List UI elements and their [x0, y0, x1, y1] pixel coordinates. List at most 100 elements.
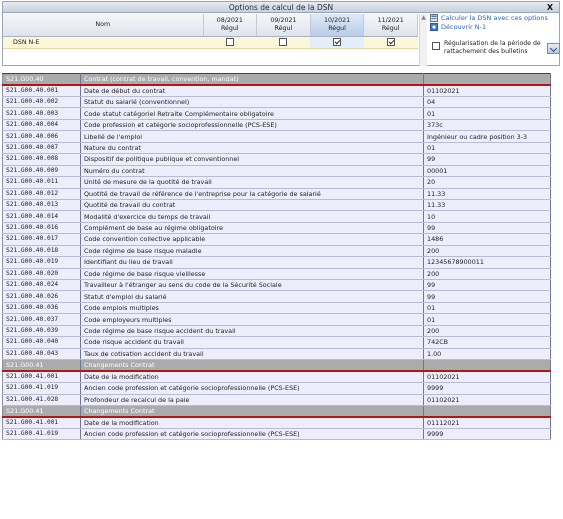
block-header-row[interactable]: S21.G00.40 Contrat (contrat de travail, c… [2, 73, 551, 86]
row-value: 11.33 [423, 188, 551, 200]
table-row[interactable]: S21.G00.40.006 Libellé de l'emploi Ingénie… [2, 130, 551, 143]
table-row[interactable]: S21.G00.40.026 Statut d'emploi du salarié… [2, 290, 551, 303]
row-code: S21.G00.40.014 [2, 210, 81, 223]
row-code: S21.G00.40.018 [2, 245, 81, 258]
table-row[interactable]: S21.G00.40.008 Dispositif de politique pu… [2, 153, 551, 166]
table-row[interactable]: S21.G00.40.014 Modalité d'exercice du tem… [2, 210, 551, 223]
row-code: S21.G00.40.020 [2, 268, 81, 281]
month-cell [203, 36, 257, 49]
row-label: Code emplois multiples [80, 302, 424, 315]
row-label: Ancien code profession et catégorie soci… [80, 382, 424, 395]
table-row[interactable]: S21.G00.40.017 Code convention collective… [2, 233, 551, 246]
month-regul-label: Régul [328, 24, 346, 32]
regul-period-label: Régularisation de la période de rattache… [444, 40, 541, 55]
table-row[interactable]: S21.G00.41.001 Date de la modification 011… [2, 416, 551, 429]
block-value-cell [423, 73, 551, 86]
table-row[interactable]: S21.G00.40.016 Complément de base au régi… [2, 222, 551, 235]
close-button[interactable]: X [547, 2, 553, 13]
block-title: Changements Contrat [80, 404, 424, 418]
name-column-header[interactable]: Nom [3, 14, 204, 37]
discover-n1-link[interactable]: Découvrir N-1 [430, 23, 560, 31]
expand-options-button[interactable] [547, 43, 560, 54]
table-row[interactable]: S21.G00.40.024 Travailleur à l'étranger a… [2, 279, 551, 292]
row-code: S21.G00.40.043 [2, 348, 81, 361]
table-row[interactable]: S21.G00.41.019 Ancien code profession et … [2, 428, 551, 441]
row-value: 99 [423, 290, 551, 303]
row-code: S21.G00.40.001 [2, 85, 81, 97]
table-row[interactable]: S21.G00.40.040 Code risque accident du tr… [2, 336, 551, 349]
row-label: Date de la modification [80, 416, 424, 429]
row-label: Taux de cotisation accident du travail [80, 348, 424, 361]
row-code: S21.G00.41.001 [2, 371, 81, 384]
table-row[interactable]: S21.G00.40.037 Code employeurs multiples 0… [2, 313, 551, 326]
regul-checkbox[interactable] [279, 38, 288, 46]
row-code: S21.G00.40.036 [2, 302, 81, 315]
month-column-header[interactable]: 09/2021 Régul [256, 14, 311, 37]
table-row[interactable]: S21.G00.40.003 Code statut catégoriel Ret… [2, 107, 551, 120]
row-label: Statut d'emploi du salarié [80, 290, 424, 303]
row-value: 20 [423, 176, 551, 189]
block-header-row[interactable]: S21.G00.41 Changements Contrat [2, 359, 551, 373]
table-row[interactable]: S21.G00.40.012 Quotité de travail de réfé… [2, 188, 551, 200]
row-label: Code régime de base risque accident du t… [80, 325, 424, 338]
table-row[interactable]: S21.G00.40.018 Code régime de base risque… [2, 245, 551, 258]
month-cell [310, 36, 364, 49]
table-row[interactable]: S21.G00.40.013 Quotité de travail du cont… [2, 199, 551, 212]
row-label: Quotité de travail du contrat [80, 199, 424, 212]
row-value: 01102021 [423, 85, 551, 97]
table-row[interactable]: S21.G00.40.019 Identifiant du lieu de tra… [2, 256, 551, 269]
row-value: 01 [423, 313, 551, 326]
options-side-panel: Calculer la DSN avec ces options Découvr… [430, 14, 560, 66]
month-column-header[interactable]: 08/2021 Régul [203, 14, 258, 37]
row-code: S21.G00.40.006 [2, 130, 81, 143]
block-title: Changements Contrat [80, 359, 424, 373]
table-row[interactable]: S21.G00.40.043 Taux de cotisation acciden… [2, 348, 551, 361]
table-row[interactable]: S21.G00.40.039 Code régime de base risque… [2, 325, 551, 338]
table-row[interactable]: S21.G00.40.011 Unité de mesure de la quot… [2, 176, 551, 189]
row-value: 01102021 [423, 371, 551, 384]
table-row[interactable]: S21.G00.40.020 Code régime de base risque… [2, 268, 551, 281]
table-row[interactable]: S21.G00.41.028 Profondeur de recalcul de … [2, 394, 551, 406]
dsn-data-table: S21.G00.40 Contrat (contrat de travail, c… [2, 73, 551, 441]
row-label: Libellé de l'emploi [80, 130, 424, 143]
row-label: Date de début du contrat [80, 85, 424, 97]
row-label: Numéro du contrat [80, 165, 424, 178]
discover-icon [430, 23, 438, 31]
month-period: 09/2021 [270, 16, 297, 24]
row-value: 99 [423, 222, 551, 235]
row-value: 9999 [423, 382, 551, 395]
row-code: S21.G00.40.003 [2, 107, 81, 120]
table-row[interactable]: S21.G00.40.007 Nature du contrat 01 [2, 142, 551, 155]
month-regul-label: Régul [381, 24, 400, 32]
table-row[interactable]: S21.G00.41.001 Date de la modification 011… [2, 371, 551, 384]
row-label: Code employeurs multiples [80, 313, 424, 326]
row-value: 1.00 [423, 348, 551, 361]
table-row[interactable]: S21.G00.40.001 Date de début du contrat 01… [2, 85, 551, 97]
row-label: Code régime de base risque maladie [80, 245, 424, 258]
table-row[interactable]: S21.G00.40.009 Numéro du contrat 00001 [2, 165, 551, 178]
scroll-up-icon[interactable]: ▲ [420, 14, 427, 22]
table-row[interactable]: S21.G00.40.036 Code emplois multiples 01 [2, 302, 551, 315]
regul-checkbox[interactable] [333, 38, 342, 46]
month-column-header[interactable]: 10/2021 Régul [310, 14, 365, 37]
calculate-dsn-link[interactable]: Calculer la DSN avec ces options [430, 14, 560, 22]
table-row[interactable]: S21.G00.40.002 Statut du salarié (convent… [2, 96, 551, 109]
regul-option: Régularisation de la période de rattache… [430, 40, 560, 64]
row-code: S21.G00.41.019 [2, 428, 81, 441]
table-row[interactable]: S21.G00.41.019 Ancien code profession et … [2, 382, 551, 395]
row-label: Unité de mesure de la quotité de travail [80, 176, 424, 189]
regul-period-checkbox[interactable] [432, 42, 440, 50]
row-label: Date de la modification [80, 371, 424, 384]
calculate-dsn-label: Calculer la DSN avec ces options [441, 14, 548, 22]
row-code: S21.G00.40.007 [2, 142, 81, 155]
month-regul-label: Régul [274, 24, 293, 32]
regul-checkbox[interactable] [225, 38, 234, 46]
block-header-row[interactable]: S21.G00.41 Changements Contrat [2, 404, 551, 418]
row-code: S21.G00.40.026 [2, 290, 81, 303]
regul-checkbox[interactable] [386, 38, 395, 46]
row-code: S21.G00.40.037 [2, 313, 81, 326]
row-value: 200 [423, 245, 551, 258]
table-row[interactable]: S21.G00.40.004 Code profession et catégor… [2, 119, 551, 132]
options-scrollbar[interactable]: ▲ [419, 14, 427, 66]
month-column-header[interactable]: 11/2021 Régul [363, 14, 418, 37]
